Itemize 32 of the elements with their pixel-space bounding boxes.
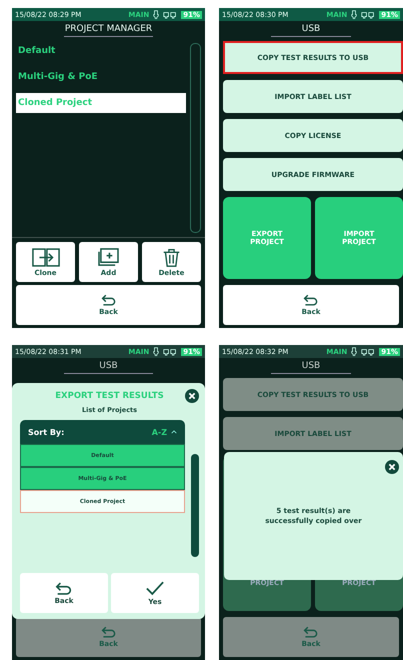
scrollbar[interactable] [191,454,199,557]
connector-icon [361,348,376,356]
back-arrow-icon [100,294,116,306]
sort-value: A-Z [152,428,167,436]
project-item[interactable]: Multi-Gig & PoE [16,67,186,87]
project-item[interactable]: Default [16,41,186,61]
dialog-title: EXPORT TEST RESULTS [55,391,164,401]
add-icon [97,248,120,266]
connector-icon [163,10,178,18]
sort-header[interactable]: Sort By: A-Z [20,420,185,444]
usb-plug-icon [153,347,160,356]
screen-title: USB [271,358,351,374]
back-arrow-icon [100,626,116,638]
back-arrow-icon [55,582,73,594]
sort-label: Sort By: [28,428,64,436]
screen-title: USB [271,21,351,37]
usb-plug-icon [351,347,358,356]
usb-plug-icon [153,10,160,19]
trash-icon [162,248,181,266]
checkmark-icon [146,580,164,596]
back-arrow-icon [303,294,319,306]
usb-plug-icon [351,10,358,19]
screen-title: PROJECT MANAGER [64,21,153,37]
close-icon[interactable] [185,389,199,403]
close-icon[interactable] [385,460,399,474]
clone-icon [32,248,60,266]
screen-title: USB [64,358,153,374]
back-arrow-icon [303,626,319,638]
caret-icon [171,430,177,434]
connector-icon [361,10,376,18]
scrollbar[interactable] [190,43,201,233]
connector-icon [163,348,178,356]
